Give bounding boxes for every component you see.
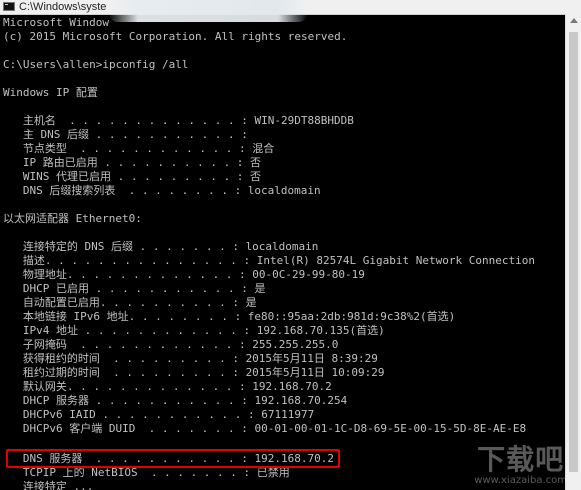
console-line: 以太网适配器 Ethernet0: [3,212,142,225]
console-line: IP 路由已启用 . . . . . . . . . . : 否 [3,156,262,169]
console-app-icon [3,2,15,11]
console-line: IPv4 地址 . . . . . . . . . . . . : 192.16… [3,324,385,337]
console-line: (c) 2015 Microsoft Corporation. All righ… [3,30,348,43]
console-line: Microsoft Window [3,16,109,29]
watermark: 下载吧 www.xiazaiba.com [474,443,567,487]
console-line: 主机名 . . . . . . . . . . . . . : WIN-29DT… [3,114,354,127]
window-title: C:\Windows\syste [19,1,107,13]
console-line: 默认网关. . . . . . . . . . . . . : 192.168.… [3,380,332,393]
console-line: DNS 后缀搜索列表 . . . . . . . . : localdomain [3,184,321,197]
console-line: 主 DNS 后缀 . . . . . . . . . . . : [3,128,248,141]
console-line: 连接特定 ... [3,480,94,490]
console-line: 连接特定的 DNS 后缀 . . . . . . . : localdomain [3,240,319,253]
watermark-logo-text: 下载吧 [477,443,565,476]
console-line: DHCPv6 客户端 DUID . . . . . . . : 00-01-00… [3,422,527,435]
console-line: 获得租约的时间 . . . . . . . . . : 2015年5月11日 8… [3,352,378,365]
vertical-scrollbar[interactable] [565,14,581,490]
console-line: 节点类型 . . . . . . . . . . . . : 混合 [3,142,275,155]
console-output[interactable]: Microsoft Window (c) 2015 Microsoft Corp… [0,14,565,490]
console-line: WINS 代理已启用 . . . . . . . . . : 否 [3,170,262,183]
console-line: 描述. . . . . . . . . . . . . . . : Intel(… [3,254,535,267]
console-line: DHCPv6 IAID . . . . . . . . . . . : 6711… [3,408,315,421]
scroll-up-arrow-icon[interactable] [570,18,578,23]
console-line: 物理地址. . . . . . . . . . . . . : 00-0C-29… [3,268,365,281]
watermark-url: www.xiazaiba.com [474,475,567,486]
console-line: 租约过期的时间 . . . . . . . . . : 2015年5月11日 1… [3,366,385,379]
console-line: TCPIP 上的 NetBIOS . . . . . . . : 已禁用 [3,466,290,479]
dns-server-highlight-box [6,449,340,468]
scrollbar-thumb[interactable] [569,32,578,472]
console-line: Windows IP 配置 [3,86,98,99]
console-line: 子网掩码 . . . . . . . . . . . . : 255.255.2… [3,338,339,351]
console-line: C:\Users\allen>ipconfig /all [3,58,189,71]
console-line: 自动配置已启用. . . . . . . . . . : 是 [3,296,257,309]
console-line: DHCP 服务器 . . . . . . . . . . . : 192.168… [3,394,348,407]
console-line: DHCP 已启用 . . . . . . . . . . . : 是 [3,282,266,295]
console-line: 本地链接 IPv6 地址. . . . . . . . : fe80::95aa… [3,310,456,323]
